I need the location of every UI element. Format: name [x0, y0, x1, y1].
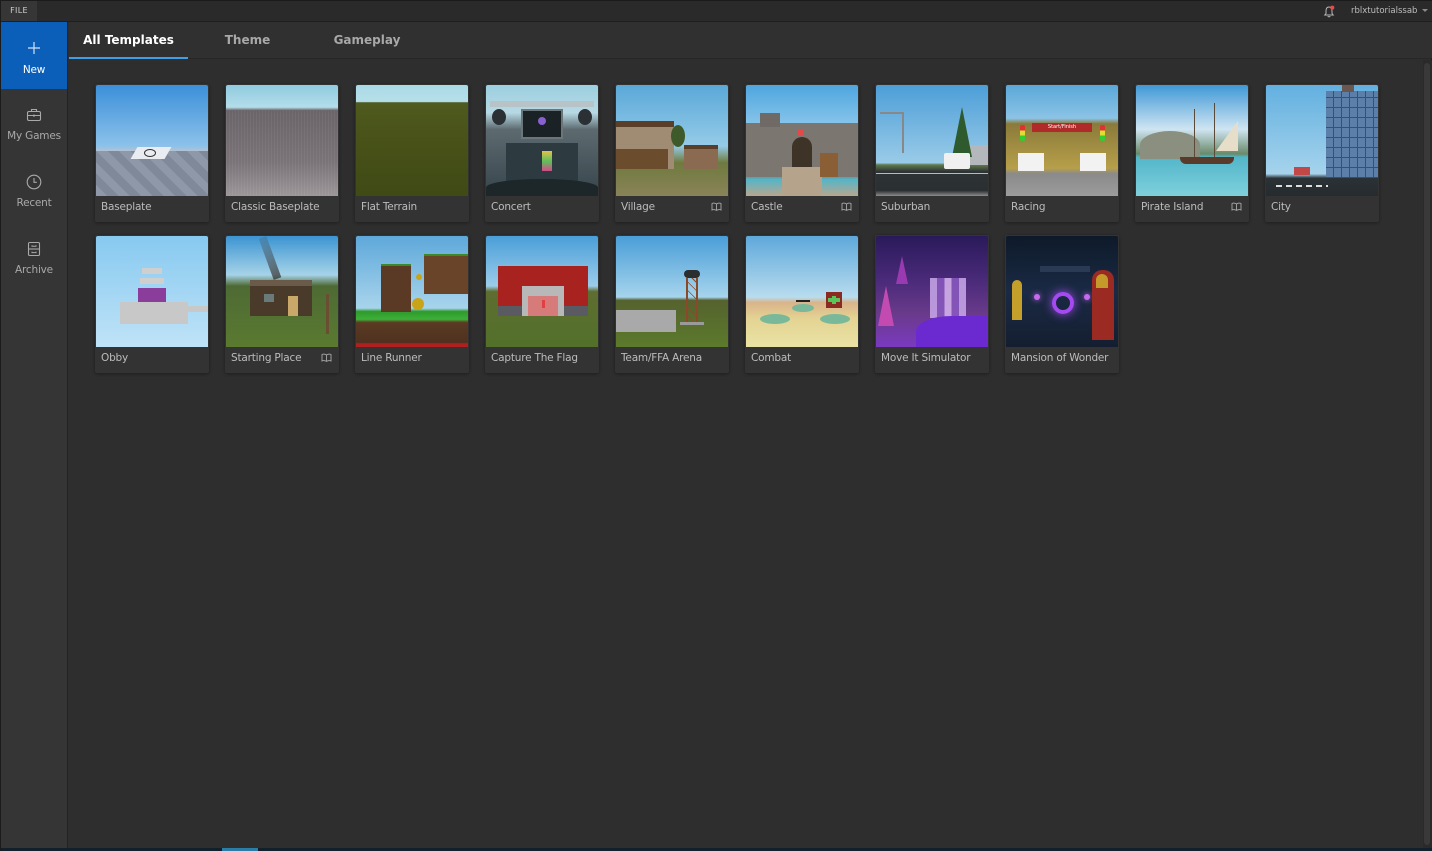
- template-name: Line Runner: [361, 352, 422, 364]
- username[interactable]: rblxtutorialssab: [1351, 1, 1417, 21]
- template-name: Village: [621, 201, 655, 213]
- template-card-flat-terrain[interactable]: Flat Terrain: [355, 84, 469, 222]
- sidebar: New My Games Recent Archive: [1, 22, 68, 848]
- thumbnail-combat: [746, 236, 858, 347]
- template-card-starting-place[interactable]: Starting Place: [225, 235, 339, 373]
- template-name: Racing: [1011, 201, 1046, 213]
- template-name: Pirate Island: [1141, 201, 1204, 213]
- template-name: Combat: [751, 352, 792, 364]
- bell-icon[interactable]: [1323, 5, 1335, 18]
- sidebar-item-my-games[interactable]: My Games: [1, 89, 67, 156]
- tab-all-templates[interactable]: All Templates: [69, 22, 188, 59]
- template-card-team-ffa-arena[interactable]: Team/FFA Arena: [615, 235, 729, 373]
- clock-icon: [26, 174, 42, 190]
- thumbnail-castle: [746, 85, 858, 196]
- template-card-castle[interactable]: Castle: [745, 84, 859, 222]
- template-card-line-runner[interactable]: Line Runner: [355, 235, 469, 373]
- thumbnail-team-ffa-arena: [616, 236, 728, 347]
- template-name: Capture The Flag: [491, 352, 578, 364]
- notification-badge: [1330, 5, 1335, 10]
- scrollbar-thumb[interactable]: [1424, 63, 1430, 845]
- template-card-village[interactable]: Village: [615, 84, 729, 222]
- book-icon[interactable]: [321, 353, 332, 362]
- roblox-studio-start-page: FILE rblxtutorialssab New My Games Recen…: [0, 0, 1432, 851]
- thumbnail-pirate-island: [1136, 85, 1248, 196]
- thumbnail-concert: [486, 85, 598, 196]
- thumbnail-city: [1266, 85, 1378, 196]
- file-menu[interactable]: FILE: [1, 1, 37, 21]
- thumbnail-suburban: [876, 85, 988, 196]
- template-card-obby[interactable]: Obby: [95, 235, 209, 373]
- thumbnail-classic-baseplate: [226, 85, 338, 196]
- sidebar-item-label: New: [22, 64, 46, 76]
- template-name: Obby: [101, 352, 129, 364]
- plus-icon: [28, 42, 40, 54]
- tab-theme[interactable]: Theme: [214, 22, 281, 59]
- thumbnail-capture-the-flag: [486, 236, 598, 347]
- thumbnail-line-runner: [356, 236, 468, 347]
- template-card-racing[interactable]: Start/Finish Racing: [1005, 84, 1119, 222]
- template-card-city[interactable]: City: [1265, 84, 1379, 222]
- template-name: City: [1271, 201, 1291, 213]
- book-icon[interactable]: [841, 202, 852, 211]
- sidebar-item-label: Recent: [16, 197, 52, 209]
- thumbnail-baseplate: [96, 85, 208, 196]
- briefcase-icon: [26, 108, 42, 122]
- tab-gameplay[interactable]: Gameplay: [327, 22, 407, 59]
- template-card-capture-the-flag[interactable]: Capture The Flag: [485, 235, 599, 373]
- template-name: Starting Place: [231, 352, 302, 364]
- template-name: Team/FFA Arena: [621, 352, 702, 364]
- template-card-classic-baseplate[interactable]: Classic Baseplate: [225, 84, 339, 222]
- sidebar-item-recent[interactable]: Recent: [1, 156, 67, 223]
- archive-box-icon: [27, 241, 41, 257]
- thumbnail-obby: [96, 236, 208, 347]
- template-tabs: All Templates Theme Gameplay: [69, 22, 1432, 59]
- template-card-move-it-simulator[interactable]: Move It Simulator: [875, 235, 989, 373]
- template-card-pirate-island[interactable]: Pirate Island: [1135, 84, 1249, 222]
- racing-banner: Start/Finish: [1032, 123, 1092, 132]
- template-name: Mansion of Wonder: [1011, 352, 1109, 364]
- book-icon[interactable]: [1231, 202, 1242, 211]
- book-icon[interactable]: [711, 202, 722, 211]
- thumbnail-racing: Start/Finish: [1006, 85, 1118, 196]
- template-card-suburban[interactable]: Suburban: [875, 84, 989, 222]
- sidebar-item-label: My Games: [7, 130, 61, 142]
- template-name: Suburban: [881, 201, 931, 213]
- menubar: FILE rblxtutorialssab: [1, 1, 1432, 22]
- template-card-mansion-of-wonder[interactable]: Mansion of Wonder: [1005, 235, 1119, 373]
- thumbnail-starting-place: [226, 236, 338, 347]
- thumbnail-flat-terrain: [356, 85, 468, 196]
- thumbnail-mansion-of-wonder: [1006, 236, 1118, 347]
- sidebar-item-new[interactable]: New: [1, 22, 67, 89]
- templates-panel: Baseplate Classic Baseplate Flat Terrain: [69, 60, 1421, 848]
- thumbnail-village: [616, 85, 728, 196]
- sidebar-item-archive[interactable]: Archive: [1, 223, 67, 290]
- template-card-combat[interactable]: Combat: [745, 235, 859, 373]
- template-name: Flat Terrain: [361, 201, 417, 213]
- template-name: Concert: [491, 201, 531, 213]
- template-name: Castle: [751, 201, 783, 213]
- template-name: Classic Baseplate: [231, 201, 320, 213]
- template-card-concert[interactable]: Concert: [485, 84, 599, 222]
- template-name: Baseplate: [101, 201, 152, 213]
- caret-down-icon[interactable]: [1422, 9, 1428, 12]
- thumbnail-move-it-simulator: [876, 236, 988, 347]
- sidebar-item-label: Archive: [15, 264, 53, 276]
- template-card-baseplate[interactable]: Baseplate: [95, 84, 209, 222]
- template-name: Move It Simulator: [881, 352, 971, 364]
